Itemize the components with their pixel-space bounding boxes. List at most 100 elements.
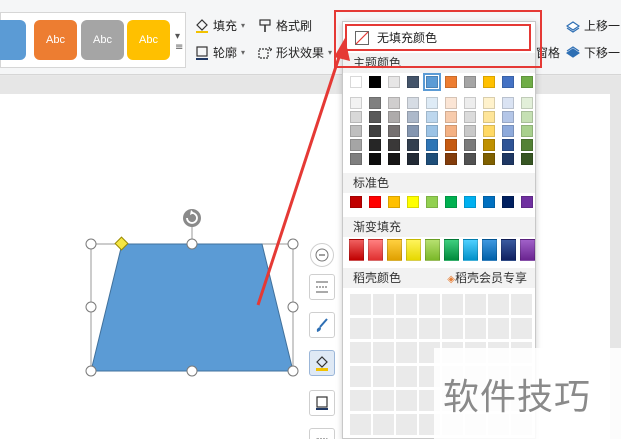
theme-shade-swatch[interactable]	[388, 125, 400, 137]
docer-color-cell[interactable]	[373, 294, 394, 315]
gradient-swatch[interactable]	[501, 239, 516, 261]
docer-color-cell[interactable]	[465, 318, 486, 339]
theme-shade-swatch[interactable]	[407, 97, 419, 109]
theme-shade-swatch[interactable]	[464, 111, 476, 123]
docer-color-cell[interactable]	[350, 318, 371, 339]
gradient-swatch[interactable]	[349, 239, 364, 261]
docer-color-cell[interactable]	[442, 318, 463, 339]
theme-shade-swatch[interactable]	[350, 125, 362, 137]
theme-shade-swatch[interactable]	[407, 125, 419, 137]
rotate-handle-icon[interactable]	[183, 209, 201, 227]
theme-shade-swatch[interactable]	[445, 153, 457, 165]
theme-shade-swatch[interactable]	[388, 139, 400, 151]
docer-color-cell[interactable]	[350, 414, 371, 435]
docer-color-cell[interactable]	[350, 342, 371, 363]
standard-color-swatch[interactable]	[350, 196, 362, 208]
no-fill-option[interactable]: 无填充颜色	[345, 24, 531, 51]
theme-shade-swatch[interactable]	[369, 153, 381, 165]
theme-shade-swatch[interactable]	[464, 153, 476, 165]
theme-color-swatch[interactable]	[388, 76, 400, 88]
gradient-swatch[interactable]	[520, 239, 535, 261]
docer-color-cell[interactable]	[396, 366, 417, 387]
docer-color-cell[interactable]	[350, 390, 371, 411]
theme-color-swatch[interactable]	[350, 76, 362, 88]
theme-shade-swatch[interactable]	[426, 97, 438, 109]
theme-shade-swatch[interactable]	[464, 125, 476, 137]
theme-shade-swatch[interactable]	[388, 97, 400, 109]
theme-shade-swatch[interactable]	[426, 125, 438, 137]
docer-color-cell[interactable]	[419, 294, 440, 315]
outline-float-button[interactable]	[309, 390, 335, 416]
theme-shade-swatch[interactable]	[407, 153, 419, 165]
brush-style-button[interactable]	[309, 312, 335, 338]
docer-color-cell[interactable]	[511, 294, 532, 315]
theme-shade-swatch[interactable]	[350, 111, 362, 123]
standard-color-swatch[interactable]	[388, 196, 400, 208]
standard-color-swatch[interactable]	[369, 196, 381, 208]
docer-color-cell[interactable]	[419, 318, 440, 339]
more-float-button[interactable]	[309, 428, 335, 439]
theme-shade-swatch[interactable]	[350, 139, 362, 151]
docer-color-cell[interactable]	[396, 342, 417, 363]
theme-shade-swatch[interactable]	[388, 153, 400, 165]
theme-shade-swatch[interactable]	[483, 125, 495, 137]
collapse-toolbar-button[interactable]	[310, 243, 334, 267]
theme-shade-swatch[interactable]	[369, 111, 381, 123]
docer-color-cell[interactable]	[511, 318, 532, 339]
docer-color-cell[interactable]	[373, 390, 394, 411]
theme-shade-swatch[interactable]	[407, 139, 419, 151]
docer-color-cell[interactable]	[350, 294, 371, 315]
theme-shade-swatch[interactable]	[426, 153, 438, 165]
theme-shade-swatch[interactable]	[426, 111, 438, 123]
fill-float-button[interactable]	[309, 350, 335, 376]
standard-color-swatch[interactable]	[521, 196, 533, 208]
standard-color-swatch[interactable]	[483, 196, 495, 208]
docer-color-cell[interactable]	[465, 294, 486, 315]
theme-shade-swatch[interactable]	[369, 97, 381, 109]
theme-color-swatch[interactable]	[521, 76, 533, 88]
theme-color-swatch[interactable]	[464, 76, 476, 88]
theme-shade-swatch[interactable]	[521, 125, 533, 137]
theme-shade-swatch[interactable]	[483, 97, 495, 109]
theme-shade-swatch[interactable]	[502, 97, 514, 109]
theme-shade-swatch[interactable]	[502, 139, 514, 151]
theme-color-swatch[interactable]	[445, 76, 457, 88]
docer-member-badge[interactable]: ◈稻壳会员专享	[447, 268, 527, 290]
gradient-swatch[interactable]	[387, 239, 402, 261]
theme-color-swatch[interactable]	[423, 73, 441, 91]
theme-shade-swatch[interactable]	[445, 125, 457, 137]
theme-shade-swatch[interactable]	[502, 153, 514, 165]
docer-color-cell[interactable]	[442, 294, 463, 315]
theme-shade-swatch[interactable]	[426, 139, 438, 151]
standard-color-swatch[interactable]	[407, 196, 419, 208]
docer-color-cell[interactable]	[488, 318, 509, 339]
theme-shade-swatch[interactable]	[445, 97, 457, 109]
theme-color-swatch[interactable]	[407, 76, 419, 88]
theme-shade-swatch[interactable]	[445, 139, 457, 151]
standard-color-swatch[interactable]	[426, 196, 438, 208]
docer-color-cell[interactable]	[488, 294, 509, 315]
theme-shade-swatch[interactable]	[407, 111, 419, 123]
gradient-swatch[interactable]	[368, 239, 383, 261]
theme-color-swatch[interactable]	[502, 76, 514, 88]
gradient-swatch[interactable]	[482, 239, 497, 261]
theme-shade-swatch[interactable]	[521, 97, 533, 109]
trapezoid-shape[interactable]	[90, 243, 294, 372]
docer-color-cell[interactable]	[396, 390, 417, 411]
docer-color-cell[interactable]	[373, 318, 394, 339]
docer-color-cell[interactable]	[373, 414, 394, 435]
theme-shade-swatch[interactable]	[369, 139, 381, 151]
docer-color-cell[interactable]	[350, 366, 371, 387]
standard-color-swatch[interactable]	[502, 196, 514, 208]
theme-shade-swatch[interactable]	[445, 111, 457, 123]
standard-color-swatch[interactable]	[464, 196, 476, 208]
theme-color-swatch[interactable]	[483, 76, 495, 88]
theme-shade-swatch[interactable]	[464, 139, 476, 151]
theme-shade-swatch[interactable]	[521, 153, 533, 165]
theme-shade-swatch[interactable]	[521, 111, 533, 123]
theme-shade-swatch[interactable]	[502, 125, 514, 137]
gradient-swatch[interactable]	[425, 239, 440, 261]
theme-color-swatch[interactable]	[369, 76, 381, 88]
theme-shade-swatch[interactable]	[350, 153, 362, 165]
gradient-swatch[interactable]	[444, 239, 459, 261]
